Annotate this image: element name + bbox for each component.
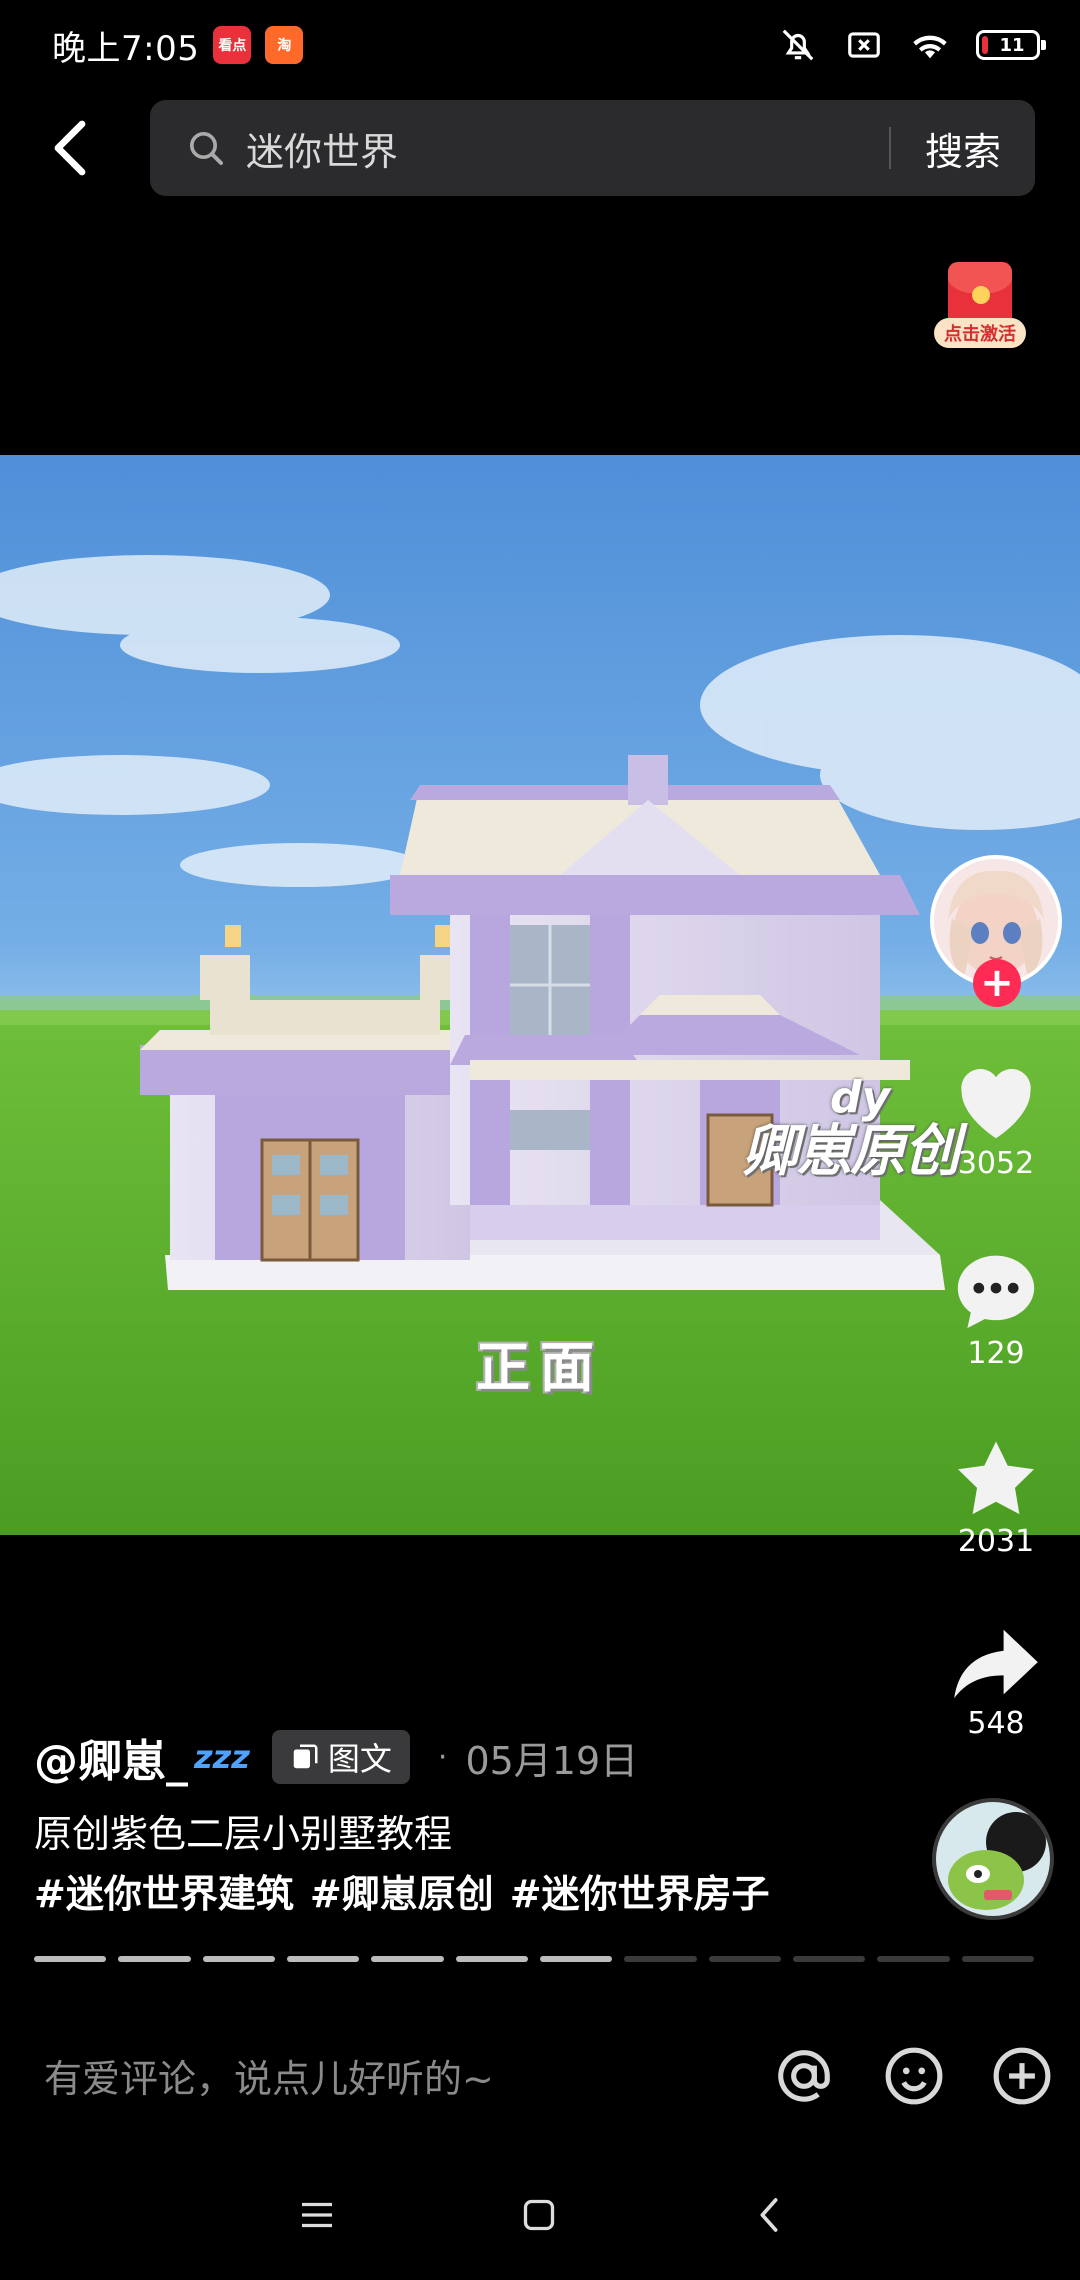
comment-bar: 有爱评论，说点儿好听的~ (0, 2030, 1080, 2120)
progress-segment (877, 1956, 950, 1962)
mention-button[interactable] (772, 2044, 836, 2108)
progress-segment (286, 1956, 360, 1962)
progress-segment (118, 1956, 191, 1962)
home-button[interactable] (504, 2180, 574, 2250)
comment-action[interactable]: 129 (930, 1248, 1062, 1371)
system-nav-bar (0, 2170, 1080, 2260)
progress-segment (34, 1956, 107, 1962)
progress-segment (539, 1956, 613, 1962)
comment-count: 129 (967, 1336, 1025, 1371)
progress-segment (708, 1956, 781, 1962)
kandian-app-icon: 看点 (213, 26, 252, 64)
system-back-button[interactable] (734, 2180, 804, 2250)
emoji-icon (885, 2047, 943, 2105)
search-icon (190, 132, 223, 165)
share-icon (954, 1629, 1038, 1699)
heart-icon (961, 1069, 1031, 1139)
triangle-back-icon (760, 2198, 778, 2232)
search-box[interactable]: 搜索 (150, 100, 1035, 196)
post-date: 05月19日 (465, 1738, 639, 1783)
author-name[interactable]: @卿崽_ (34, 1725, 188, 1789)
favorite-action[interactable]: 2031 (930, 1436, 1062, 1559)
like-action[interactable]: 3052 (930, 1058, 1062, 1181)
progress-segment (792, 1956, 866, 1962)
author-avatar-wrap: + (930, 855, 1062, 1007)
sleep-badge-icon: zzz (194, 1738, 250, 1776)
image-progress (34, 1956, 1034, 1964)
back-button[interactable] (36, 114, 104, 182)
favorite-count: 2031 (957, 1524, 1035, 1559)
at-icon (778, 2050, 830, 2102)
progress-segment (202, 1956, 275, 1962)
post-type-chip: 图文 (271, 1730, 410, 1784)
screen: 晚上7:05 看点 淘 11 迷你世界 搜索 点击激活 dy 卿崽原创 正面 +… (0, 0, 1080, 2280)
plus-icon: + (980, 960, 1014, 1006)
like-count: 3052 (957, 1146, 1035, 1181)
music-cover-icon (936, 1802, 1050, 1916)
hashtag[interactable]: #卿崽原创 (310, 1866, 494, 1922)
image-caption: 正面 (476, 1336, 604, 1399)
image-text-icon (293, 1744, 318, 1769)
mute-icon (778, 25, 818, 65)
progress-segment (371, 1956, 444, 1962)
post-image[interactable]: dy 卿崽原创 正面 (0, 455, 1080, 1535)
star-icon (958, 1441, 1034, 1515)
chevron-left-icon (54, 120, 86, 176)
hashtag[interactable]: #迷你世界房子 (510, 1866, 770, 1922)
menu-icon (302, 2202, 332, 2228)
share-count: 548 (967, 1706, 1025, 1741)
comment-icon (957, 1255, 1035, 1329)
follow-button[interactable]: + (973, 959, 1021, 1007)
hashtag[interactable]: #迷你世界建筑 (34, 1866, 294, 1922)
date-separator: · (437, 1739, 448, 1775)
comment-input[interactable]: 有爱评论，说点儿好听的~ (44, 2042, 744, 2108)
emoji-button[interactable] (882, 2044, 946, 2108)
post-caption: @卿崽_ zzz 图文 · 05月19日 原创紫色二层小别墅教程 #迷你世界建筑… (34, 1722, 914, 1922)
action-rail: + 3052 129 2031 548 (930, 0, 1070, 2280)
plus-circle-icon (993, 2047, 1051, 2105)
progress-segment (961, 1956, 1034, 1962)
taobao-app-icon: 淘 (265, 26, 304, 64)
progress-segment (624, 1956, 697, 1962)
post-title: 原创紫色二层小别墅教程 (34, 1812, 453, 1856)
search-header: 搜索 (0, 98, 1080, 198)
hashtag-list: #迷你世界建筑 #卿崽原创 #迷你世界房子 (34, 1866, 914, 1922)
music-disc[interactable] (932, 1798, 1054, 1920)
post-type-label: 图文 (327, 1740, 392, 1778)
status-time: 晚上7:05 (52, 28, 200, 69)
author-row: @卿崽_ zzz 图文 · 05月19日 (34, 1722, 914, 1792)
recent-apps-button[interactable] (282, 2180, 352, 2250)
status-bar: 晚上7:05 看点 淘 11 (0, 0, 1080, 90)
share-action[interactable]: 548 (930, 1626, 1062, 1741)
status-left: 晚上7:05 看点 淘 (52, 21, 304, 70)
search-input[interactable] (244, 125, 889, 171)
progress-segment (455, 1956, 528, 1962)
add-button[interactable] (990, 2044, 1054, 2108)
square-icon (523, 2199, 555, 2231)
no-sim-icon (844, 25, 884, 65)
